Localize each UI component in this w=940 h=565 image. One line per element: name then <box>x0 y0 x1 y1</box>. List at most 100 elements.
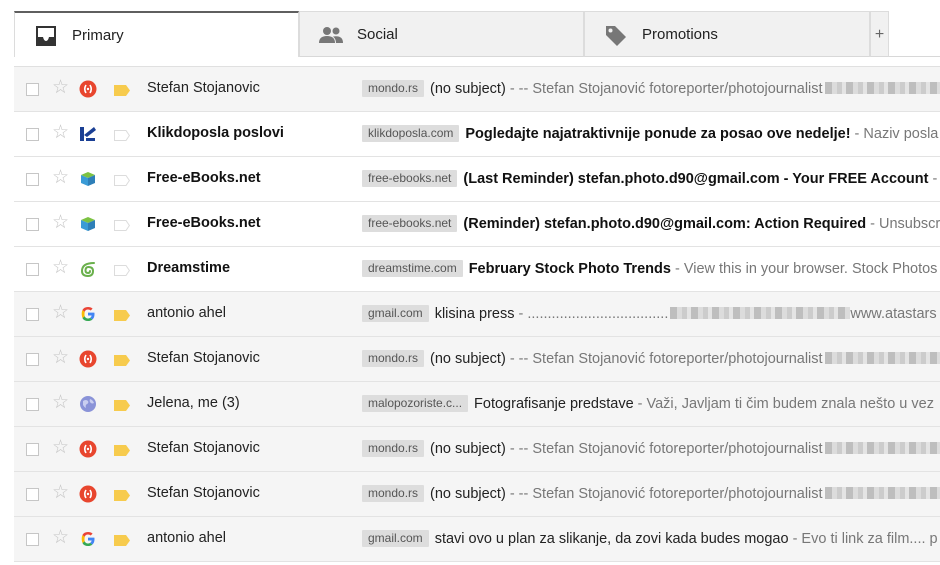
email-row[interactable]: ☆ Stefan Stojanovic mondo.rs (no subject)… <box>14 427 940 472</box>
message-preview: mondo.rs (no subject) - -- Stefan Stojano… <box>362 348 940 370</box>
star-icon[interactable]: ☆ <box>52 437 69 459</box>
important-marker-icon[interactable] <box>114 400 130 411</box>
select-checkbox[interactable] <box>26 83 39 96</box>
sender-name: Stefan Stojanovic <box>147 350 260 366</box>
email-row[interactable]: ☆ Free-eBooks.net free-ebooks.net (Remind… <box>14 202 940 247</box>
important-marker-icon[interactable] <box>114 175 130 186</box>
message-preview: gmail.com stavi ovo u plan za slikanje, d… <box>362 528 940 550</box>
subject: (no subject) <box>430 486 506 502</box>
email-row[interactable]: ☆ antonio ahel gmail.com klisina press - … <box>14 292 940 337</box>
sender-name: Jelena, me (3) <box>147 395 240 411</box>
star-icon[interactable]: ☆ <box>52 212 69 234</box>
sender-name: Stefan Stojanovic <box>147 440 260 456</box>
message-preview: mondo.rs (no subject) - -- Stefan Stojano… <box>362 483 940 505</box>
email-list: ☆ Stefan Stojanovic mondo.rs (no subject)… <box>14 66 940 565</box>
important-marker-icon[interactable] <box>114 355 130 366</box>
tab-promotions-label: Promotions <box>642 26 718 43</box>
snippet: - -- Stefan Stojanović fotoreporter/phot… <box>505 351 823 367</box>
redacted-text <box>824 352 940 364</box>
subject: (no subject) <box>430 351 506 367</box>
select-checkbox[interactable] <box>26 353 39 366</box>
klikdoposla-logo-icon <box>80 127 96 141</box>
important-marker-icon[interactable] <box>114 85 130 96</box>
star-icon[interactable]: ☆ <box>52 77 69 99</box>
email-row[interactable]: ☆ Jelena, me (3) malopozoriste.c... Fotog… <box>14 382 940 427</box>
subject: stavi ovo u plan za slikanje, da zovi ka… <box>434 531 789 547</box>
snippet: - View this in your browser. Stock Photo… <box>670 261 938 277</box>
domain-chip: klikdoposla.com <box>362 125 460 142</box>
snippet: - Naziv posla <box>850 126 939 142</box>
important-marker-icon[interactable] <box>114 445 130 456</box>
domain-chip: mondo.rs <box>362 350 425 367</box>
important-marker-icon[interactable] <box>114 220 130 231</box>
globe-icon <box>80 396 96 412</box>
email-row[interactable]: ☆ Dreamstime dreamstime.com February Stoc… <box>14 247 940 292</box>
select-checkbox[interactable] <box>26 308 39 321</box>
orange-circle-icon <box>79 440 97 458</box>
subject: Fotografisanje predstave <box>474 396 634 412</box>
subject: February Stock Photo Trends <box>468 261 671 277</box>
snippet: - -- Stefan Stojanović fotoreporter/phot… <box>505 81 823 97</box>
message-preview: dreamstime.com February Stock Photo Trend… <box>362 258 940 280</box>
star-icon[interactable]: ☆ <box>52 122 69 144</box>
subject: (Last Reminder) stefan.photo.d90@gmail.c… <box>463 171 929 187</box>
free-ebooks-logo-icon <box>81 217 95 231</box>
important-marker-icon[interactable] <box>114 310 130 321</box>
select-checkbox[interactable] <box>26 533 39 546</box>
select-checkbox[interactable] <box>26 128 39 141</box>
domain-chip: malopozoriste.c... <box>362 395 469 412</box>
sender-name: Free-eBooks.net <box>147 215 261 231</box>
tab-divider <box>889 56 940 57</box>
select-checkbox[interactable] <box>26 488 39 501</box>
select-checkbox[interactable] <box>26 218 39 231</box>
select-checkbox[interactable] <box>26 173 39 186</box>
add-tab-button[interactable]: + <box>870 11 889 57</box>
message-preview: klikdoposla.com Pogledajte najatraktivnij… <box>362 123 940 145</box>
star-icon[interactable]: ☆ <box>52 257 69 279</box>
domain-chip: dreamstime.com <box>362 260 463 277</box>
email-row[interactable]: ☆ antonio ahel gmail.com stavi ovo u plan… <box>14 517 940 562</box>
important-marker-icon[interactable] <box>114 130 130 141</box>
subject: (no subject) <box>430 441 506 457</box>
important-marker-icon[interactable] <box>114 265 130 276</box>
star-icon[interactable]: ☆ <box>52 302 69 324</box>
tab-promotions[interactable]: Promotions <box>584 11 870 57</box>
sender-name: Stefan Stojanovic <box>147 80 260 96</box>
message-preview: mondo.rs (no subject) - -- Stefan Stojano… <box>362 78 940 100</box>
select-checkbox[interactable] <box>26 443 39 456</box>
domain-chip: gmail.com <box>362 530 429 547</box>
message-preview: free-ebooks.net (Reminder) stefan.photo.d… <box>362 213 940 235</box>
dreamstime-logo-icon <box>80 262 95 278</box>
email-row[interactable]: ☆ Stefan Stojanovic mondo.rs (no subject)… <box>14 472 940 517</box>
free-ebooks-logo-icon <box>81 172 95 186</box>
tab-social[interactable]: Social <box>299 11 584 57</box>
important-marker-icon[interactable] <box>114 490 130 501</box>
snippet-tail: www.atastars <box>850 306 937 322</box>
subject: (no subject) <box>430 81 506 97</box>
snippet: - Važi, Javljam ti čim budem znala nešto… <box>633 396 934 412</box>
email-row[interactable]: ☆ Stefan Stojanovic mondo.rs (no subject)… <box>14 337 940 382</box>
select-checkbox[interactable] <box>26 398 39 411</box>
star-icon[interactable]: ☆ <box>52 527 69 549</box>
sender-name: Free-eBooks.net <box>147 170 261 186</box>
email-row[interactable]: ☆ Free-eBooks.net free-ebooks.net (Last R… <box>14 157 940 202</box>
orange-circle-icon <box>79 485 97 503</box>
message-preview: malopozoriste.c... Fotografisanje predsta… <box>362 393 940 415</box>
email-row[interactable]: ☆ Klikdoposla poslovi klikdoposla.com Pog… <box>14 112 940 157</box>
message-preview: free-ebooks.net (Last Reminder) stefan.ph… <box>362 168 940 190</box>
message-preview: mondo.rs (no subject) - -- Stefan Stojano… <box>362 438 940 460</box>
tag-icon <box>606 26 626 46</box>
domain-chip: mondo.rs <box>362 80 425 97</box>
snippet: - -- Stefan Stojanović fotoreporter/phot… <box>505 486 823 502</box>
subject: (Reminder) stefan.photo.d90@gmail.com: A… <box>463 216 867 232</box>
tab-primary[interactable]: Primary <box>14 11 299 57</box>
select-checkbox[interactable] <box>26 263 39 276</box>
star-icon[interactable]: ☆ <box>52 482 69 504</box>
email-row[interactable]: ☆ Stefan Stojanovic mondo.rs (no subject)… <box>14 67 940 112</box>
star-icon[interactable]: ☆ <box>52 392 69 414</box>
important-marker-icon[interactable] <box>114 535 130 546</box>
sender-name: antonio ahel <box>147 530 227 546</box>
star-icon[interactable]: ☆ <box>52 347 69 369</box>
people-icon <box>319 27 343 43</box>
star-icon[interactable]: ☆ <box>52 167 69 189</box>
